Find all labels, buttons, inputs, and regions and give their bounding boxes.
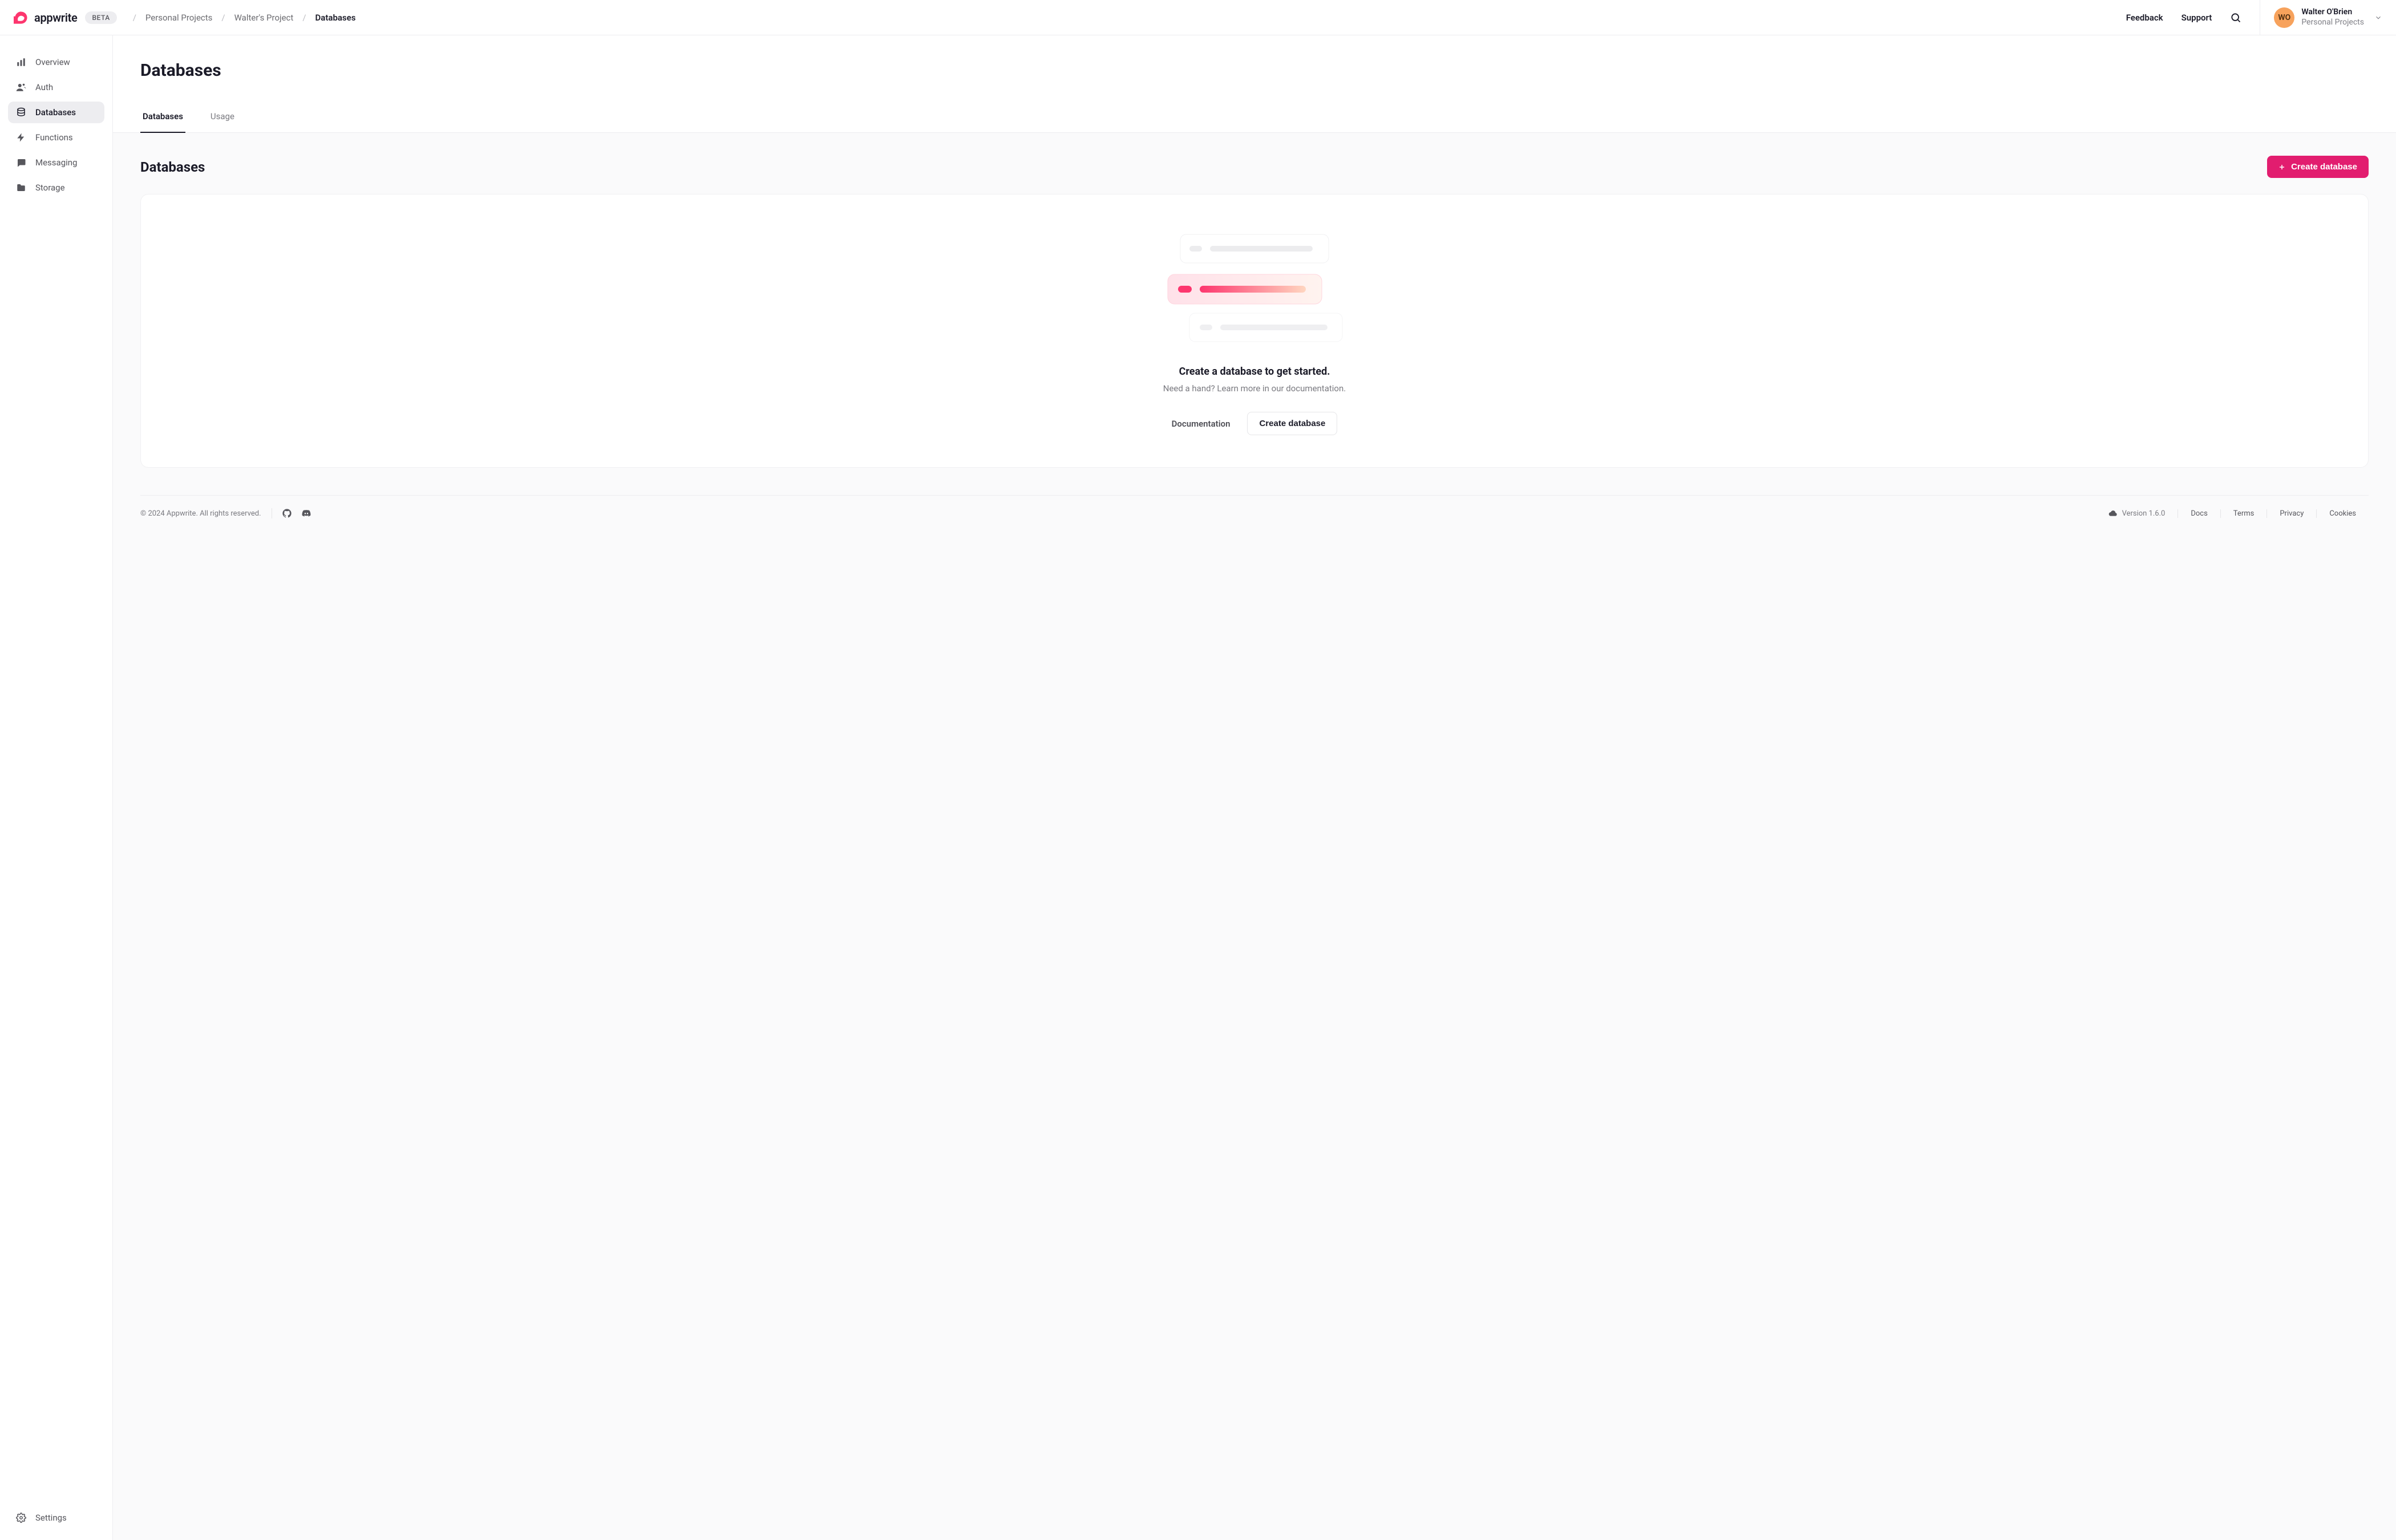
account-text: Walter O'Brien Personal Projects — [2301, 7, 2364, 27]
auth-icon — [16, 82, 26, 92]
breadcrumb-sep: / — [221, 13, 225, 23]
sidebar-item-label: Databases — [35, 107, 76, 117]
search-icon[interactable] — [2230, 12, 2241, 23]
sidebar-item-label: Functions — [35, 132, 73, 143]
breadcrumb-org[interactable]: Personal Projects — [145, 13, 213, 23]
sidebar-item-messaging[interactable]: Messaging — [8, 152, 104, 173]
account-org: Personal Projects — [2301, 18, 2364, 28]
tab-databases[interactable]: Databases — [140, 111, 185, 133]
brand-name: appwrite — [34, 11, 77, 25]
plus-icon — [2278, 164, 2285, 171]
support-link[interactable]: Support — [2182, 13, 2212, 23]
footer-link-terms[interactable]: Terms — [2233, 509, 2255, 518]
footer-link-docs[interactable]: Docs — [2191, 509, 2207, 518]
copyright-text: © 2024 Appwrite. All rights reserved. — [140, 509, 261, 518]
sidebar: Overview Auth Databases Functions Messag… — [0, 35, 113, 1540]
documentation-link[interactable]: Documentation — [1172, 419, 1231, 429]
discord-icon[interactable] — [302, 509, 311, 518]
sidebar-item-overview[interactable]: Overview — [8, 51, 104, 73]
footer-link-cookies[interactable]: Cookies — [2329, 509, 2356, 518]
main-content: Databases Databases Usage Databases Crea… — [113, 35, 2396, 1540]
overview-icon — [16, 57, 26, 67]
beta-badge: BETA — [85, 11, 116, 24]
avatar: WO — [2274, 7, 2294, 28]
sidebar-item-databases[interactable]: Databases — [8, 102, 104, 123]
empty-state-title: Create a database to get started. — [1179, 366, 1330, 378]
appwrite-logo-icon — [14, 11, 29, 24]
messaging-icon — [16, 157, 26, 168]
page-title: Databases — [140, 60, 2369, 80]
breadcrumb-sep: / — [133, 13, 136, 23]
functions-icon — [16, 132, 26, 143]
databases-icon — [16, 107, 26, 117]
breadcrumb-sep: / — [302, 13, 306, 23]
section-title: Databases — [140, 159, 205, 175]
feedback-link[interactable]: Feedback — [2126, 13, 2163, 23]
sidebar-item-settings[interactable]: Settings — [8, 1507, 104, 1529]
breadcrumb-project[interactable]: Walter's Project — [234, 13, 294, 23]
create-database-secondary-button[interactable]: Create database — [1247, 412, 1337, 435]
sidebar-item-label: Auth — [35, 82, 53, 92]
sidebar-item-auth[interactable]: Auth — [8, 76, 104, 98]
create-database-button[interactable]: Create database — [2267, 156, 2369, 178]
sidebar-item-storage[interactable]: Storage — [8, 177, 104, 198]
storage-icon — [16, 183, 26, 193]
top-header: appwrite BETA / Personal Projects / Walt… — [0, 0, 2396, 35]
footer-link-privacy[interactable]: Privacy — [2280, 509, 2304, 518]
chevron-down-icon — [2374, 14, 2382, 22]
tab-usage[interactable]: Usage — [208, 111, 237, 133]
empty-state-card: Create a database to get started. Need a… — [140, 194, 2369, 468]
cloud-icon — [2108, 509, 2118, 518]
create-database-button-label: Create database — [2291, 162, 2357, 172]
empty-state-subtitle: Need a hand? Learn more in our documenta… — [1163, 383, 1346, 394]
sidebar-item-label: Overview — [35, 57, 70, 67]
brand[interactable]: appwrite — [14, 11, 77, 25]
tabs: Databases Usage — [113, 111, 2396, 133]
breadcrumb: / Personal Projects / Walter's Project /… — [133, 13, 356, 23]
footer: © 2024 Appwrite. All rights reserved. Ve… — [140, 495, 2369, 518]
github-icon[interactable] — [282, 509, 292, 518]
sidebar-item-label: Settings — [35, 1513, 67, 1523]
sidebar-item-label: Messaging — [35, 157, 77, 168]
gear-icon — [16, 1513, 26, 1523]
breadcrumb-current[interactable]: Databases — [315, 13, 356, 23]
sidebar-item-functions[interactable]: Functions — [8, 127, 104, 148]
version-text: Version 1.6.0 — [2122, 509, 2166, 518]
empty-state-illustration — [1157, 229, 1351, 348]
sidebar-item-label: Storage — [35, 183, 65, 193]
account-menu[interactable]: WO Walter O'Brien Personal Projects — [2274, 7, 2382, 28]
account-name: Walter O'Brien — [2301, 7, 2364, 18]
